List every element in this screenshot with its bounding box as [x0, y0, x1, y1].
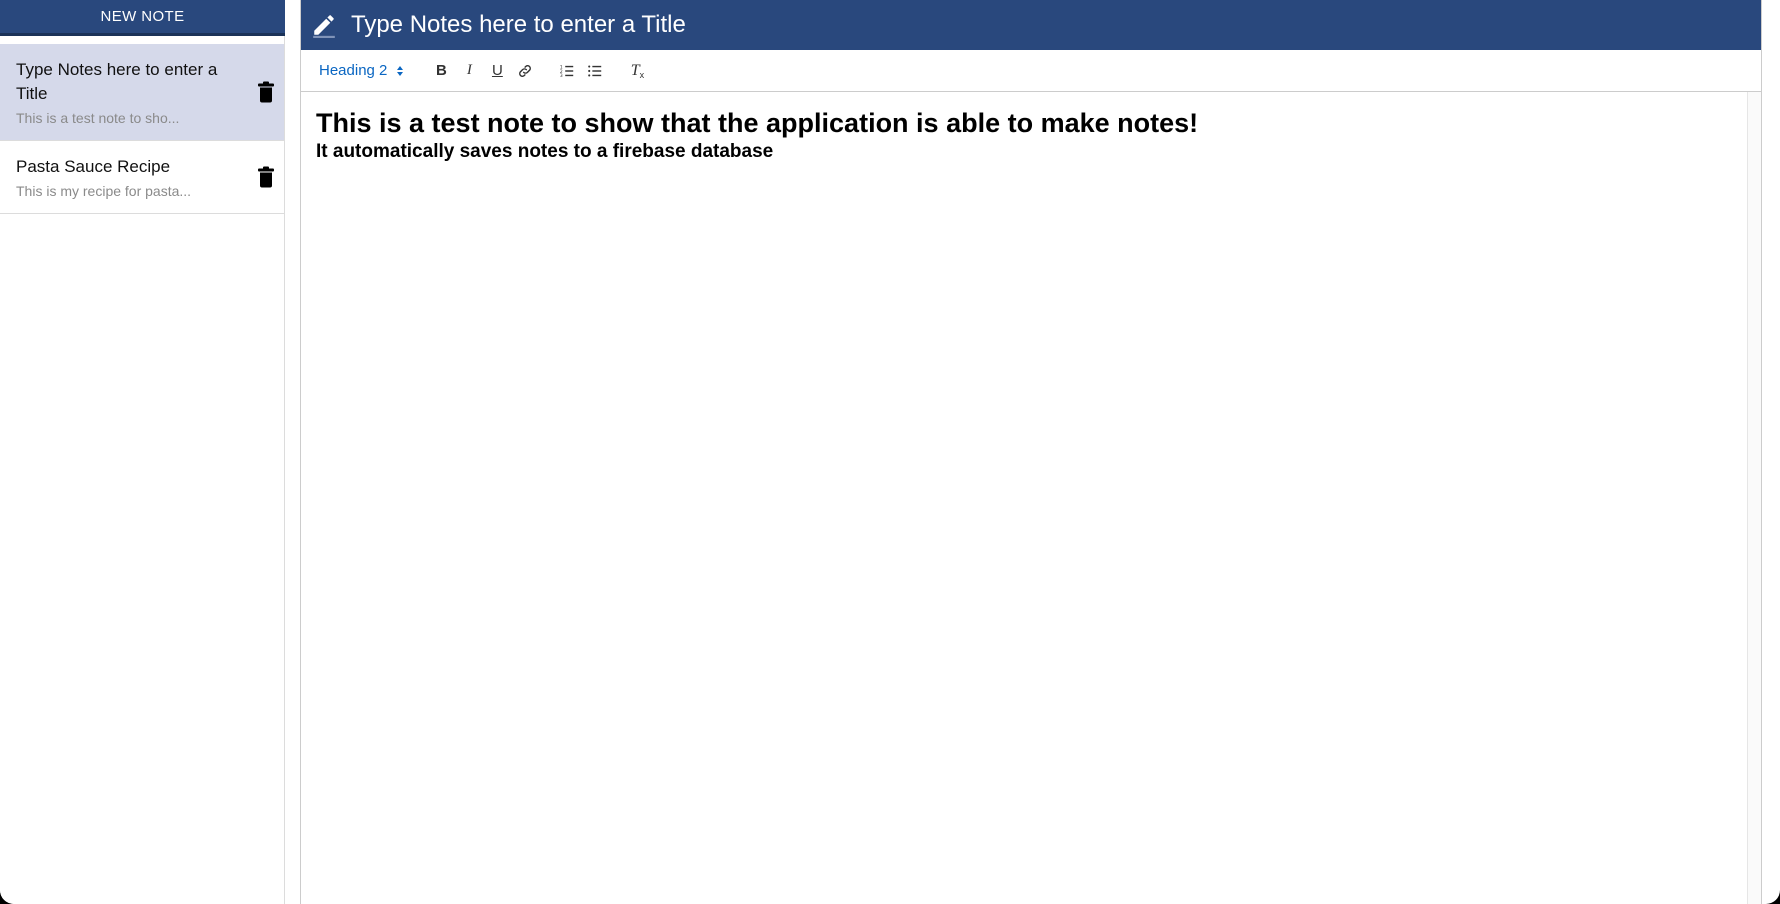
bold-button[interactable]: B — [427, 57, 455, 85]
note-title: Type Notes here to enter a Title — [16, 60, 218, 103]
trash-icon[interactable] — [258, 81, 274, 103]
bullet-list-button[interactable] — [581, 57, 609, 85]
pencil-icon — [313, 15, 335, 38]
note-list-item[interactable]: Type Notes here to enter a Title This is… — [0, 44, 284, 141]
note-list-item[interactable]: Pasta Sauce Recipe This is my recipe for… — [0, 141, 284, 214]
sidebar: NEW NOTE Type Notes here to enter a Titl… — [0, 0, 285, 904]
notes-app: NEW NOTE Type Notes here to enter a Titl… — [0, 0, 1780, 904]
note-list: Type Notes here to enter a Title This is… — [0, 44, 284, 214]
ordered-list-button[interactable]: 1 2 3 — [553, 57, 581, 85]
note-preview: This is my recipe for pasta... — [16, 183, 192, 199]
clear-format-button[interactable]: Tx — [623, 57, 651, 85]
editor-toolbar: Heading 2 B I U 1 2 3 T x — [301, 50, 1761, 92]
editor-content[interactable]: This is a test note to show that the app… — [301, 92, 1761, 178]
heading-select[interactable]: Heading 2 — [319, 62, 404, 79]
title-bar — [301, 0, 1761, 50]
heading-select-label: Heading 2 — [319, 62, 388, 79]
note-preview: This is a test note to sho... — [16, 110, 180, 126]
svg-text:3: 3 — [560, 73, 563, 79]
ordered-list-icon: 1 2 3 — [560, 64, 574, 79]
link-button[interactable] — [511, 57, 539, 85]
content-heading: This is a test note to show that the app… — [316, 108, 1199, 138]
italic-button[interactable]: I — [455, 57, 483, 85]
new-note-button[interactable]: NEW NOTE — [0, 0, 285, 36]
underline-button[interactable]: U — [483, 57, 511, 85]
link-icon — [519, 64, 532, 77]
content-subheading: It automatically saves notes to a fireba… — [316, 141, 774, 162]
note-editor: Heading 2 B I U 1 2 3 — [300, 0, 1762, 904]
select-arrows-icon — [397, 65, 404, 76]
clear-format-icon: T — [630, 61, 640, 79]
trash-icon[interactable] — [258, 166, 274, 188]
bullet-list-icon — [588, 64, 602, 77]
editor-scrollbar[interactable] — [1747, 92, 1761, 904]
note-title-input[interactable] — [351, 5, 1761, 45]
note-title: Pasta Sauce Recipe — [16, 157, 171, 176]
